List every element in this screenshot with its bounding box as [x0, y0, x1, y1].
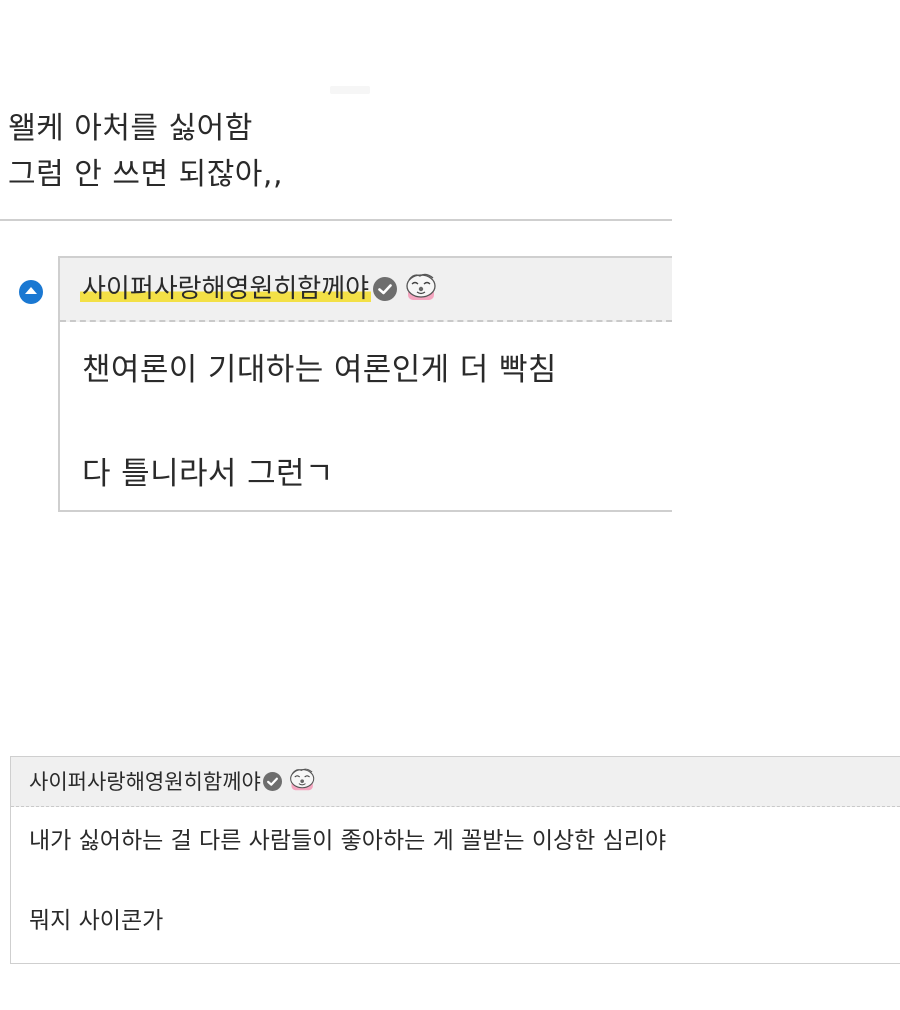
reply-header: 사이퍼사랑해영원히함께야 [11, 757, 900, 807]
mascot-emoticon-icon [405, 272, 439, 306]
post-divider [0, 219, 672, 221]
reply-author[interactable]: 사이퍼사랑해영원히함께야 [29, 768, 261, 796]
faint-mark [330, 86, 370, 94]
line-spacer [82, 396, 672, 448]
verified-check-icon [373, 277, 398, 301]
comment-line: 다 틀니라서 그런ㄱ [82, 456, 334, 492]
collapse-arrow-icon[interactable] [19, 280, 43, 304]
author-row: 사이퍼사랑해영원히함께야 [29, 767, 317, 796]
reply-body: 내가 싫어하는 걸 다른 사람들이 좋아하는 게 꼴받는 이상한 심리야 뭐지 … [11, 807, 900, 941]
reply-card: 사이퍼사랑해영원히함께야 내가 싫어하는 걸 다른 사람들이 좋아하는 게 꼴받… [10, 756, 900, 964]
comment-author[interactable]: 사이퍼사랑해영원히함께야 [80, 272, 372, 306]
reply-line: 내가 싫어하는 걸 다른 사람들이 좋아하는 게 꼴받는 이상한 심리야 [29, 828, 667, 854]
reply-line: 뭐지 사이콘가 [29, 908, 164, 934]
comment-body: 챈여론이 기대하는 여론인게 더 빡침 다 틀니라서 그런ㄱ [60, 322, 672, 500]
post-body: 왤케 아처를 싫어함 그럼 안 쓰면 되잖아,, [8, 106, 283, 198]
comment-card: 사이퍼사랑해영원히함께야 챈여론이 기대하는 여론인게 더 빡침 다 틀니라서 … [58, 256, 672, 512]
mascot-emoticon-icon [289, 767, 317, 796]
post-line: 왤케 아처를 싫어함 [8, 111, 253, 146]
verified-check-icon [262, 772, 282, 791]
author-row: 사이퍼사랑해영원히함께야 [80, 272, 439, 306]
comment-header: 사이퍼사랑해영원히함께야 [60, 258, 672, 322]
comment-line: 챈여론이 기대하는 여론인게 더 빡침 [82, 352, 557, 388]
post-line: 그럼 안 쓰면 되잖아,, [8, 157, 283, 192]
line-spacer [29, 861, 900, 901]
